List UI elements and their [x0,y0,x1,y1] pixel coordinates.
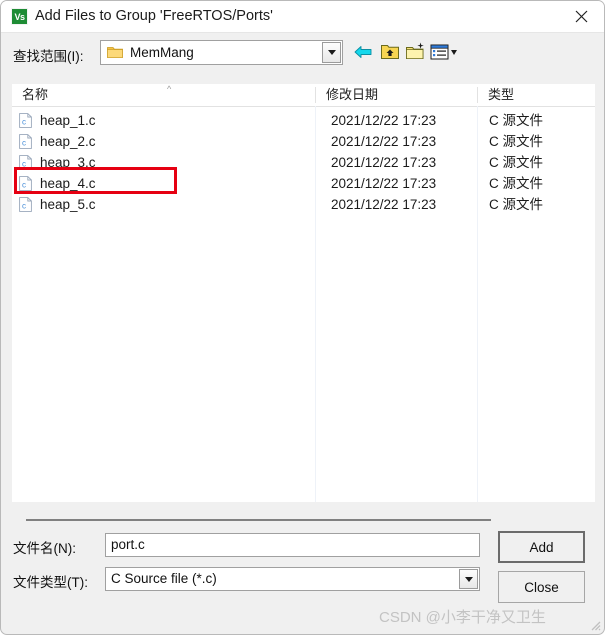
resize-grip-icon[interactable] [588,618,601,631]
filename-input[interactable]: port.c [105,533,480,557]
cell-name: heap_4.c [40,176,96,191]
cell-date: 2021/12/22 17:23 [331,155,437,170]
new-folder-button[interactable] [405,41,427,63]
table-row[interactable]: c heap_3.c 2021/12/22 17:23 C 源文件 [12,152,595,173]
filename-value: port.c [111,537,145,552]
add-button[interactable]: Add [498,531,585,563]
close-button[interactable] [559,1,604,32]
table-row[interactable]: c heap_4.c 2021/12/22 17:23 C 源文件 [12,173,595,194]
filetype-dropdown-button[interactable] [459,569,478,589]
cell-name: heap_2.c [40,134,96,149]
sort-asc-icon: ^ [167,84,172,94]
back-button[interactable] [352,41,374,63]
column-header-type[interactable]: 类型 [482,84,592,106]
table-row[interactable]: c heap_2.c 2021/12/22 17:23 C 源文件 [12,131,595,152]
table-row[interactable]: c heap_5.c 2021/12/22 17:23 C 源文件 [12,194,595,215]
folder-icon [107,47,123,58]
cell-date: 2021/12/22 17:23 [331,197,437,212]
add-files-dialog: Vs Add Files to Group 'FreeRTOS/Ports' 查… [0,0,605,635]
watermark-text: CSDN @小李干净又卫生 [379,609,546,626]
window-title: Add Files to Group 'FreeRTOS/Ports' [35,8,273,24]
title-bar: Vs Add Files to Group 'FreeRTOS/Ports' [1,1,604,33]
cell-type: C 源文件 [489,155,543,170]
cell-date: 2021/12/22 17:23 [331,176,437,191]
up-one-level-button[interactable] [379,41,401,63]
section-divider [26,519,491,521]
views-list-icon [430,44,457,60]
filename-label: 文件名(N): [13,541,76,556]
look-in-label: 查找范围(I): [13,49,84,64]
cell-name: heap_3.c [40,155,96,170]
views-button[interactable] [429,41,459,63]
column-header-name[interactable]: 名称 [16,84,316,106]
cell-type: C 源文件 [489,113,543,128]
cell-date: 2021/12/22 17:23 [331,134,437,149]
back-arrow-icon [354,46,372,58]
look-in-value: MemMang [130,45,194,60]
cell-type: C 源文件 [489,197,543,212]
app-icon: Vs [11,8,28,25]
table-row[interactable]: c heap_1.c 2021/12/22 17:23 C 源文件 [12,110,595,131]
chevron-down-icon [327,50,336,55]
header-divider [477,87,478,103]
cell-type: C 源文件 [489,176,543,191]
filetype-label: 文件类型(T): [13,575,88,590]
filetype-value: C Source file (*.c) [111,571,217,586]
cell-name: heap_1.c [40,113,96,128]
look-in-dropdown-button[interactable] [322,42,341,63]
look-in-combobox[interactable]: MemMang [100,40,343,65]
header-divider [315,87,316,103]
file-list-view[interactable]: 名称 ^ 修改日期 类型 c heap_1.c 2021/12/22 17:23… [12,84,595,502]
column-header-date[interactable]: 修改日期 [320,84,480,106]
list-column-headers: 名称 ^ 修改日期 类型 [12,84,595,107]
close-dialog-button[interactable]: Close [498,571,585,603]
new-folder-icon [406,42,424,59]
up-folder-icon [381,45,399,59]
cell-type: C 源文件 [489,134,543,149]
chevron-down-icon [464,576,473,582]
filetype-combobox[interactable]: C Source file (*.c) [105,567,480,591]
cell-date: 2021/12/22 17:23 [331,113,437,128]
app-icon-label: Vs [12,9,27,24]
cell-name: heap_5.c [40,197,96,212]
close-icon [575,10,588,23]
